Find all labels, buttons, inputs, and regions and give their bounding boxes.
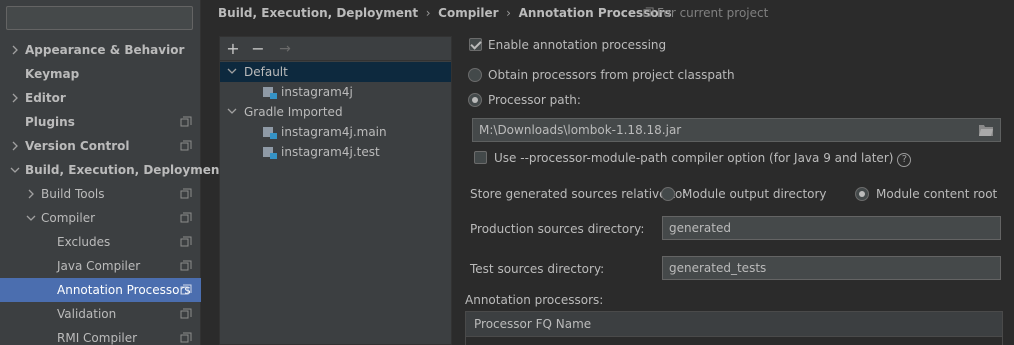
enable-annotation-processing-checkbox[interactable] bbox=[469, 38, 482, 51]
tree-item-module[interactable]: instagram4j.test bbox=[220, 142, 451, 162]
tree-item-label: instagram4j.main bbox=[281, 125, 387, 139]
tree-item-gradle-imported[interactable]: Gradle Imported bbox=[220, 102, 451, 122]
sidebar-item-label: Build, Execution, Deployment bbox=[25, 163, 226, 177]
scope-hint: For current project bbox=[643, 0, 768, 26]
test-sources-input[interactable]: generated_tests bbox=[662, 256, 1001, 280]
production-sources-label: Production sources directory: bbox=[470, 222, 645, 236]
sidebar-item-plugins[interactable]: Plugins bbox=[0, 110, 201, 134]
sidebar-item-annotation-processors[interactable]: Annotation Processors bbox=[0, 278, 201, 302]
sidebar-item-label: Annotation Processors bbox=[57, 283, 191, 297]
sidebar-item-label: Editor bbox=[25, 91, 66, 105]
project-scope-icon bbox=[180, 332, 192, 343]
tree-item-label: Default bbox=[244, 65, 288, 79]
sidebar-item-excludes[interactable]: Excludes bbox=[0, 230, 201, 254]
annotation-processors-label: Annotation processors: bbox=[465, 293, 604, 307]
chevron-right-icon[interactable] bbox=[9, 86, 21, 110]
module-output-directory-label[interactable]: Module output directory bbox=[682, 186, 827, 202]
tree-item-module[interactable]: instagram4j.main bbox=[220, 122, 451, 142]
chevron-down-icon[interactable] bbox=[226, 106, 238, 118]
sidebar-item-java-compiler[interactable]: Java Compiler bbox=[0, 254, 201, 278]
sidebar-item-build-execution-deployment[interactable]: Build, Execution, Deployment bbox=[0, 158, 225, 182]
sidebar-item-label: Keymap bbox=[25, 67, 80, 81]
sidebar-item-label: Validation bbox=[57, 307, 117, 321]
module-folder-icon bbox=[263, 127, 277, 139]
store-generated-label: Store generated sources relative to: bbox=[470, 187, 687, 201]
project-scope-icon bbox=[180, 284, 192, 295]
annotation-processors-table: Processor FQ Name bbox=[465, 311, 1003, 345]
project-scope-icon bbox=[643, 7, 654, 17]
sidebar-item-label: Java Compiler bbox=[57, 259, 141, 273]
sidebar-item-label: Compiler bbox=[41, 211, 96, 225]
sidebar-item-label: Build Tools bbox=[41, 187, 105, 201]
chevron-right-icon[interactable] bbox=[9, 134, 21, 158]
sidebar-item-label: Plugins bbox=[25, 115, 75, 129]
folder-icon[interactable] bbox=[979, 124, 993, 136]
module-folder-icon bbox=[263, 147, 277, 159]
scope-hint-text: For current project bbox=[657, 6, 769, 20]
project-scope-icon bbox=[180, 188, 192, 199]
sidebar-item-label: RMI Compiler bbox=[57, 331, 138, 345]
sidebar-item-build-tools[interactable]: Build Tools bbox=[0, 182, 201, 206]
tree-item-default[interactable]: Default bbox=[220, 62, 451, 82]
add-icon[interactable]: + bbox=[225, 41, 241, 57]
project-scope-icon bbox=[180, 140, 192, 151]
sidebar-item-rmi-compiler[interactable]: RMI Compiler bbox=[0, 326, 201, 345]
move-to-icon: → bbox=[279, 41, 291, 57]
tree-toolbar: + − → bbox=[220, 37, 451, 61]
breadcrumb-item[interactable]: Compiler bbox=[438, 6, 498, 20]
sidebar-item-version-control[interactable]: Version Control bbox=[0, 134, 201, 158]
processor-path-input[interactable]: M:\Downloads\lombok-1.18.18.jar bbox=[472, 118, 1001, 142]
module-folder-icon bbox=[263, 87, 277, 99]
module-content-root-label[interactable]: Module content root bbox=[876, 186, 997, 202]
production-sources-input[interactable]: generated bbox=[662, 216, 1001, 240]
table-header-processor-fq-name[interactable]: Processor FQ Name bbox=[466, 312, 1002, 337]
sidebar-item-label: Excludes bbox=[57, 235, 111, 249]
sidebar-item-keymap[interactable]: Keymap bbox=[0, 62, 201, 86]
project-scope-icon bbox=[180, 260, 192, 271]
obtain-from-classpath-radio[interactable] bbox=[468, 68, 482, 82]
project-scope-icon bbox=[180, 236, 192, 247]
sidebar-item-label: Version Control bbox=[25, 139, 130, 153]
settings-sidebar: Appearance & Behavior Keymap Editor Plug… bbox=[0, 0, 225, 345]
sidebar-item-editor[interactable]: Editor bbox=[0, 86, 201, 110]
remove-icon[interactable]: − bbox=[250, 41, 266, 57]
breadcrumb: Build, Execution, Deployment › Compiler › An… bbox=[218, 0, 672, 26]
module-path-label[interactable]: Use --processor-module-path compiler opt… bbox=[494, 150, 912, 167]
processor-path-radio[interactable] bbox=[468, 93, 482, 107]
breadcrumb-separator-icon: › bbox=[425, 6, 431, 20]
settings-search-input[interactable] bbox=[6, 6, 193, 30]
sidebar-item-compiler[interactable]: Compiler bbox=[0, 206, 201, 230]
module-output-directory-radio[interactable] bbox=[661, 187, 675, 201]
table-body[interactable] bbox=[466, 337, 1002, 345]
module-path-label-text: Use --processor-module-path compiler opt… bbox=[494, 151, 894, 165]
module-path-checkbox[interactable] bbox=[474, 151, 487, 164]
test-sources-label: Test sources directory: bbox=[470, 262, 605, 276]
project-scope-icon bbox=[180, 212, 192, 223]
chevron-right-icon[interactable] bbox=[25, 182, 37, 206]
project-scope-icon bbox=[180, 116, 192, 127]
obtain-from-classpath-label[interactable]: Obtain processors from project classpath bbox=[488, 67, 735, 83]
module-content-root-radio[interactable] bbox=[855, 187, 869, 201]
sidebar-item-appearance[interactable]: Appearance & Behavior bbox=[0, 38, 201, 62]
profile-tree-panel: + − → Default instagram4j Gradle Importe… bbox=[219, 36, 452, 345]
processor-path-value: M:\Downloads\lombok-1.18.18.jar bbox=[479, 123, 682, 137]
breadcrumb-item[interactable]: Build, Execution, Deployment bbox=[218, 6, 418, 20]
tree-item-label: instagram4j.test bbox=[281, 145, 380, 159]
breadcrumb-separator-icon: › bbox=[506, 6, 511, 20]
help-icon[interactable]: ? bbox=[897, 153, 912, 167]
chevron-down-icon[interactable] bbox=[25, 206, 37, 230]
tree-item-module[interactable]: instagram4j bbox=[220, 82, 451, 102]
sidebar-item-label: Appearance & Behavior bbox=[25, 43, 185, 57]
enable-annotation-processing-label[interactable]: Enable annotation processing bbox=[488, 37, 666, 53]
chevron-down-icon[interactable] bbox=[226, 66, 238, 78]
project-scope-icon bbox=[180, 308, 192, 319]
sidebar-item-validation[interactable]: Validation bbox=[0, 302, 201, 326]
tree-item-label: instagram4j bbox=[281, 85, 353, 99]
tree-item-label: Gradle Imported bbox=[244, 105, 343, 119]
chevron-right-icon[interactable] bbox=[9, 38, 21, 62]
chevron-down-icon[interactable] bbox=[9, 158, 21, 182]
processor-path-label[interactable]: Processor path: bbox=[488, 92, 581, 108]
